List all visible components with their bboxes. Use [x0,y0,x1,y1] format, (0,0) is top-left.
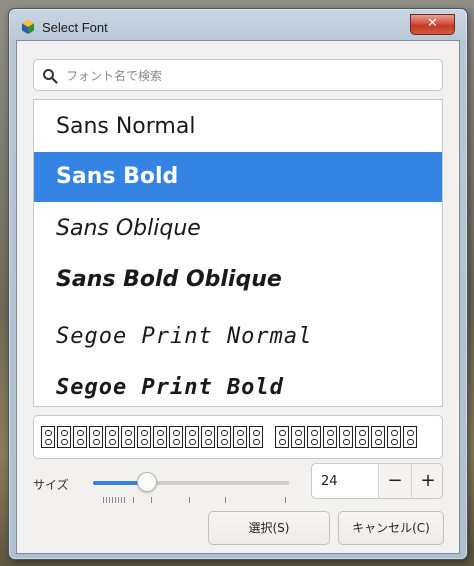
font-item-sans-bold[interactable]: Sans Bold [34,152,442,202]
slider-tick [121,497,122,503]
size-spinbutton[interactable]: − + [311,463,443,499]
close-icon: ✕ [427,16,438,31]
search-icon [43,69,58,84]
missing-glyph-box [233,426,247,448]
missing-glyph-box [291,426,305,448]
missing-glyph-box [201,426,215,448]
slider-tick [285,497,286,503]
font-item-sans-bold-oblique[interactable]: Sans Bold Oblique [34,255,442,305]
size-value-input[interactable] [312,464,378,498]
missing-glyph-box [121,426,135,448]
missing-glyph-box [275,426,289,448]
missing-glyph-box [137,426,151,448]
missing-glyph-box [371,426,385,448]
select-button[interactable]: 選択(S) [208,511,330,545]
font-item-sans-normal[interactable]: Sans Normal [34,102,442,152]
missing-glyph-box [387,426,401,448]
missing-glyph-box [249,426,263,448]
missing-glyph-box [323,426,337,448]
search-input[interactable] [64,65,438,87]
font-item-sans-oblique[interactable]: Sans Oblique [34,204,442,254]
missing-glyph-box [307,426,321,448]
slider-thumb[interactable] [137,472,157,492]
search-box[interactable] [33,59,443,91]
slider-tick [124,497,125,503]
size-increment-button[interactable]: + [411,464,442,498]
app-icon [22,20,34,34]
missing-glyph-box [339,426,353,448]
missing-glyph-box [153,426,167,448]
missing-glyph-box [57,426,71,448]
slider-tick [112,497,113,503]
missing-glyph-box [73,426,87,448]
glyph-space [265,426,275,450]
title-bar[interactable]: Select Font ✕ [9,9,467,39]
slider-tick [106,497,107,503]
minus-icon: − [387,470,403,491]
missing-glyph-box [185,426,199,448]
plus-icon: + [420,470,436,491]
missing-glyph-box [105,426,119,448]
slider-tick [109,497,110,503]
size-decrement-button[interactable]: − [378,464,411,498]
size-label: サイズ [33,478,69,492]
cancel-button[interactable]: キャンセル(C) [338,511,444,545]
size-slider[interactable] [89,471,295,511]
font-item-segoe-print-normal[interactable]: Segoe Print Normal [34,312,442,362]
slider-tick [118,497,119,503]
font-preview[interactable] [33,415,443,459]
missing-glyph-box [217,426,231,448]
close-button[interactable]: ✕ [410,14,455,35]
missing-glyph-box [403,426,417,448]
slider-tick [115,497,116,503]
slider-tick [151,497,152,503]
dialog-content: Sans Normal Sans Bold Sans Oblique Sans … [16,40,460,554]
missing-glyph-box [169,426,183,448]
missing-glyph-box [41,426,55,448]
font-item-segoe-print-bold[interactable]: Segoe Print Bold [34,363,442,406]
slider-tick [225,497,226,503]
slider-tick [133,497,134,503]
missing-glyph-box [89,426,103,448]
select-font-dialog: Select Font ✕ Sans Normal Sans Bold Sans… [8,8,468,560]
slider-tick [189,497,190,503]
font-list[interactable]: Sans Normal Sans Bold Sans Oblique Sans … [33,99,443,407]
slider-tick [103,497,104,503]
window-title: Select Font [42,20,108,35]
preview-glyphs [41,426,419,450]
missing-glyph-box [355,426,369,448]
